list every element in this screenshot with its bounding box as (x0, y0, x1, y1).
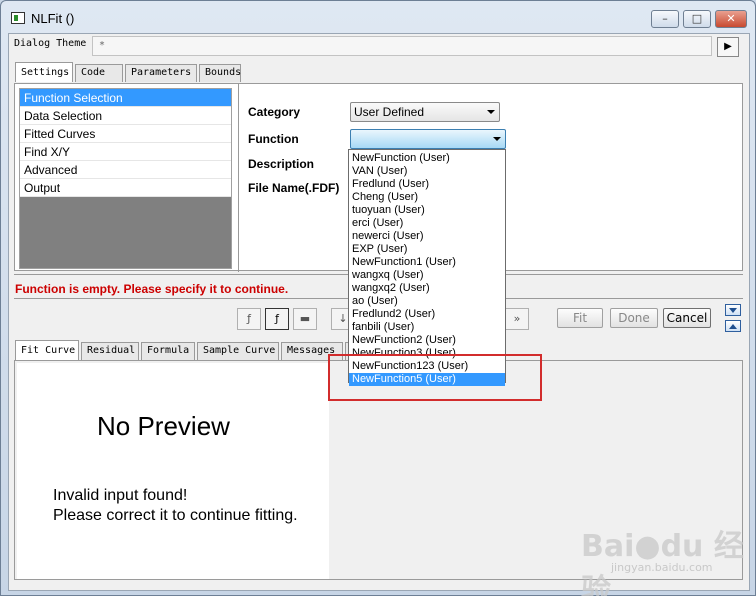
category-value: User Defined (354, 105, 425, 119)
function-option[interactable]: Fredlund (User) (349, 178, 505, 191)
annotation-highlight-box (328, 354, 542, 401)
nlfit-window: NLFit () – □ ✕ Dialog Theme * ▶ Settings… (0, 0, 756, 596)
function-option[interactable]: NewFunction2 (User) (349, 334, 505, 347)
app-icon (11, 12, 25, 24)
function-option[interactable]: wangxq (User) (349, 269, 505, 282)
tab-parameters[interactable]: Parameters (125, 64, 197, 82)
nav-item-data-selection[interactable]: Data Selection (20, 107, 231, 125)
function-option[interactable]: fanbili (User) (349, 321, 505, 334)
function-option[interactable]: erci (User) (349, 217, 505, 230)
preview-canvas: No Preview Invalid input found! Please c… (17, 363, 329, 579)
save-icon[interactable]: ▬ (293, 308, 317, 330)
preview-message-line1: Invalid input found! (53, 487, 188, 504)
function-option[interactable]: tuoyuan (User) (349, 204, 505, 217)
dialog-theme-label: Dialog Theme (14, 38, 87, 49)
no-preview-title: No Preview (97, 411, 230, 441)
function-option[interactable]: Fredlund2 (User) (349, 308, 505, 321)
category-label: Category (248, 105, 301, 119)
panel-divider (238, 84, 239, 272)
function-dropdown-list[interactable]: NewFunction (User) VAN (User) Fredlund (… (348, 149, 506, 386)
function-option[interactable]: ao (User) (349, 295, 505, 308)
baidu-watermark-logo: Bai●du 经验 (581, 529, 744, 596)
tab-code[interactable]: Code (75, 64, 123, 82)
watermark-url: jingyan.baidu.com (611, 561, 713, 574)
tab-sample-curve[interactable]: Sample Curve (197, 342, 279, 360)
nav-item-advanced[interactable]: Advanced (20, 161, 231, 179)
close-button[interactable]: ✕ (715, 10, 747, 28)
done-button[interactable]: Done (610, 308, 658, 328)
tab-fit-curve[interactable]: Fit Curve (15, 340, 79, 360)
cancel-button[interactable]: Cancel (663, 308, 711, 328)
chevron-down-icon (487, 110, 495, 114)
preview-message-line2: Please correct it to continue fitting. (53, 507, 298, 524)
function-option[interactable]: EXP (User) (349, 243, 505, 256)
function-option[interactable]: VAN (User) (349, 165, 505, 178)
window-title: NLFit () (31, 11, 75, 26)
category-dropdown[interactable]: User Defined (350, 102, 500, 122)
chevron-down-icon (493, 137, 501, 141)
function-option[interactable]: newerci (User) (349, 230, 505, 243)
fit-button[interactable]: Fit (557, 308, 603, 328)
fit-until-converged-icon[interactable]: » (505, 308, 529, 330)
function-option[interactable]: NewFunction (User) (349, 152, 505, 165)
nav-item-fitted-curves[interactable]: Fitted Curves (20, 125, 231, 143)
function-option[interactable]: Cheng (User) (349, 191, 505, 204)
nav-item-output[interactable]: Output (20, 179, 231, 197)
nav-item-find-xy[interactable]: Find X/Y (20, 143, 231, 161)
expand-up-icon[interactable] (725, 320, 741, 332)
function-label: Function (248, 132, 299, 146)
function-option[interactable]: NewFunction1 (User) (349, 256, 505, 269)
filename-label: File Name(.FDF) (248, 181, 340, 195)
dialog-theme-combo[interactable]: * (92, 36, 712, 56)
fit-function-icon[interactable]: ƒ (237, 308, 261, 330)
edit-function-icon[interactable]: ƒ (265, 308, 289, 330)
function-dropdown[interactable] (350, 129, 506, 149)
maximize-button[interactable]: □ (683, 10, 711, 28)
tab-bounds[interactable]: Bounds (199, 64, 241, 82)
collapse-down-icon[interactable] (725, 304, 741, 316)
function-option[interactable]: wangxq2 (User) (349, 282, 505, 295)
minimize-button[interactable]: – (651, 10, 679, 28)
error-message: Function is empty. Please specify it to … (15, 282, 289, 296)
title-bar[interactable]: NLFit () – □ ✕ (1, 1, 755, 33)
description-label: Description (248, 157, 315, 171)
tab-residual[interactable]: Residual (81, 342, 139, 360)
nav-item-function-selection[interactable]: Function Selection (20, 89, 231, 107)
tab-formula[interactable]: Formula (141, 342, 195, 360)
tab-settings[interactable]: Settings (15, 62, 73, 82)
settings-nav-list: Function Selection Data Selection Fitted… (19, 88, 232, 269)
dialog-theme-arrow-icon[interactable]: ▶ (717, 37, 739, 57)
